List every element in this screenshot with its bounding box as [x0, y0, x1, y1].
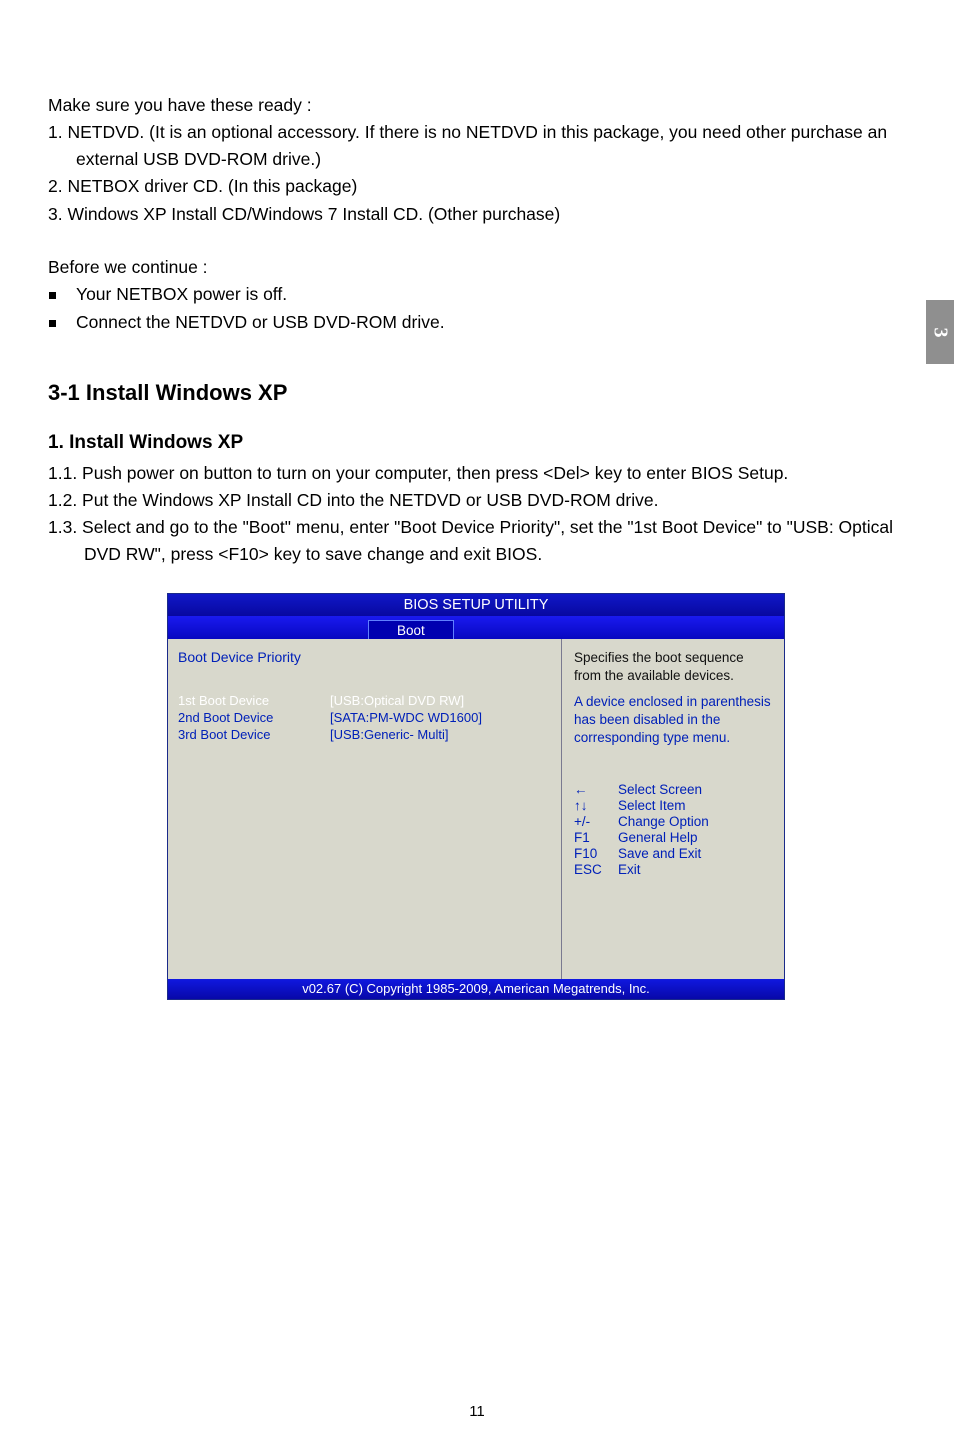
bios-screenshot: BIOS SETUP UTILITY Boot Boot Device Prio…: [167, 593, 785, 1000]
bios-key: ↑↓: [574, 798, 618, 813]
bios-key-desc: Select Screen: [618, 782, 702, 797]
bios-title: BIOS SETUP UTILITY: [168, 594, 784, 616]
section-heading: 3-1 Install Windows XP: [48, 380, 904, 406]
bios-footer: v02.67 (C) Copyright 1985-2009, American…: [168, 979, 784, 999]
bios-key-desc: Exit: [618, 862, 641, 877]
intro-item: 2. NETBOX driver CD. (In this package): [48, 173, 904, 200]
bios-key-desc: Select Item: [618, 798, 686, 813]
intro-item: 1. NETDVD. (It is an optional accessory.…: [48, 119, 904, 173]
bios-help-text: Specifies the boot sequence from the ava…: [574, 649, 774, 685]
bios-row-label: 1st Boot Device: [178, 693, 330, 708]
bios-right-panel: Specifies the boot sequence from the ava…: [562, 639, 784, 979]
bios-key: +/-: [574, 814, 618, 829]
bios-key: F10: [574, 846, 618, 861]
bios-left-panel: Boot Device Priority 1st Boot Device [US…: [168, 639, 562, 979]
bios-key-legend: ←Select Screen ↑↓Select Item +/-Change O…: [574, 782, 774, 877]
bios-key: F1: [574, 830, 618, 845]
step-text: 1.2. Put the Windows XP Install CD into …: [48, 487, 904, 514]
step-text: 1.1. Push power on button to turn on you…: [48, 460, 904, 487]
bios-tab-boot: Boot: [368, 620, 454, 639]
bullet-text: Your NETBOX power is off.: [76, 281, 287, 308]
sub-heading: 1. Install Windows XP: [48, 432, 904, 454]
bios-key-desc: Change Option: [618, 814, 709, 829]
before-lead: Before we continue :: [48, 254, 904, 281]
square-bullet-icon: [49, 320, 56, 327]
bios-tabbar: Boot: [168, 616, 784, 639]
bios-key: ←: [574, 782, 618, 797]
square-bullet-icon: [49, 292, 56, 299]
bios-row-value: [SATA:PM-WDC WD1600]: [330, 710, 482, 725]
bios-row-label: 2nd Boot Device: [178, 710, 330, 725]
bios-row-selected: 1st Boot Device [USB:Optical DVD RW]: [178, 693, 555, 708]
bios-row-value: [USB:Optical DVD RW]: [330, 693, 464, 708]
step-text: 1.3. Select and go to the "Boot" menu, e…: [48, 514, 904, 568]
bios-row: 3rd Boot Device [USB:Generic- Multi]: [178, 727, 555, 742]
chapter-number: 3: [929, 327, 952, 337]
chapter-tab: 3: [926, 300, 954, 364]
intro-item: 3. Windows XP Install CD/Windows 7 Insta…: [48, 201, 904, 228]
bullet-text: Connect the NETDVD or USB DVD-ROM drive.: [76, 309, 445, 336]
bios-key-desc: Save and Exit: [618, 846, 701, 861]
bios-row-value: [USB:Generic- Multi]: [330, 727, 448, 742]
bios-key-desc: General Help: [618, 830, 698, 845]
bios-key: ESC: [574, 862, 618, 877]
bios-help-text: A device enclosed in parenthesis has bee…: [574, 693, 774, 748]
bullet-item: Your NETBOX power is off.: [48, 281, 904, 308]
bullet-item: Connect the NETDVD or USB DVD-ROM drive.: [48, 309, 904, 336]
page-number: 11: [0, 1403, 954, 1420]
bios-panel-heading: Boot Device Priority: [178, 649, 555, 665]
bios-row: 2nd Boot Device [SATA:PM-WDC WD1600]: [178, 710, 555, 725]
intro-lead: Make sure you have these ready :: [48, 92, 904, 119]
bios-row-label: 3rd Boot Device: [178, 727, 330, 742]
